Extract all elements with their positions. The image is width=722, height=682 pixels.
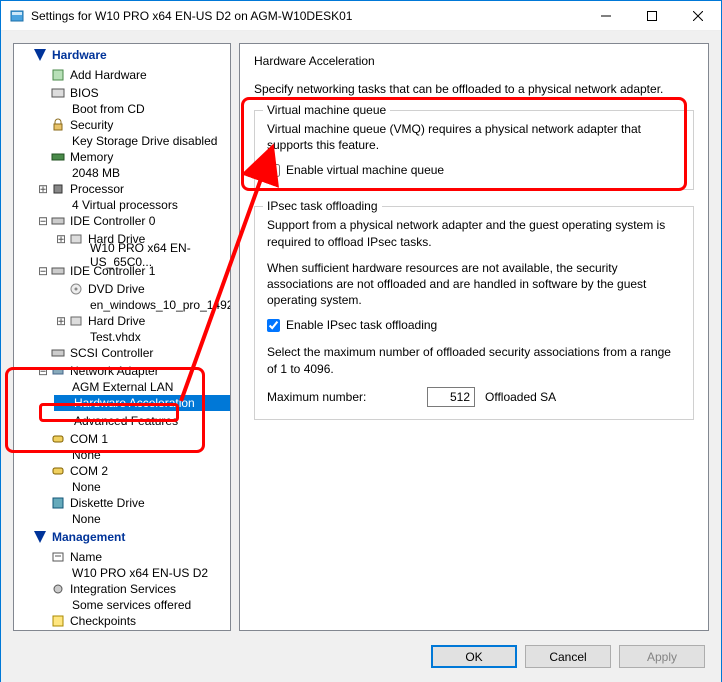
titlebar: Settings for W10 PRO x64 EN-US D2 on AGM… — [1, 1, 721, 31]
com-port-icon — [50, 431, 66, 447]
ipsec-desc2: When sufficient hardware resources are n… — [267, 260, 681, 309]
vmq-desc: Virtual machine queue (VMQ) requires a p… — [267, 121, 681, 153]
tree-name[interactable]: Name — [14, 548, 230, 566]
vmq-checkbox-input[interactable] — [267, 164, 280, 177]
controller-icon — [50, 213, 66, 229]
settings-window: Settings for W10 PRO x64 EN-US D2 on AGM… — [0, 0, 722, 682]
max-number-label: Maximum number: — [267, 390, 417, 404]
tree-checkpoints[interactable]: Checkpoints — [14, 612, 230, 630]
vmq-group: Virtual machine queue Virtual machine qu… — [254, 110, 694, 190]
dialog-buttons: OK Cancel Apply — [1, 635, 721, 682]
section-management[interactable]: Management — [14, 526, 230, 548]
collapse-icon[interactable]: ⊟ — [36, 214, 50, 228]
ok-button[interactable]: OK — [431, 645, 517, 668]
expand-icon[interactable]: ⊞ — [36, 182, 50, 196]
tree-add-hardware[interactable]: Add Hardware — [14, 66, 230, 84]
tree-bios[interactable]: BIOS — [14, 84, 230, 102]
disk-icon — [68, 231, 84, 247]
dvd-icon — [68, 281, 84, 297]
gear-icon — [50, 581, 66, 597]
memory-icon — [50, 149, 66, 165]
detail-pane: Hardware Acceleration Specify networking… — [239, 43, 709, 631]
close-button[interactable] — [675, 1, 721, 31]
minimize-button[interactable] — [583, 1, 629, 31]
vmq-enable-checkbox[interactable]: Enable virtual machine queue — [267, 163, 681, 177]
ipsec-group: IPsec task offloading Support from a phy… — [254, 206, 694, 419]
tree-diskette[interactable]: Diskette Drive — [14, 494, 230, 512]
network-icon — [50, 363, 66, 379]
tree-integration[interactable]: Integration Services — [14, 580, 230, 598]
cpu-icon — [50, 181, 66, 197]
ipsec-desc1: Support from a physical network adapter … — [267, 217, 681, 249]
tree-hardware-acceleration[interactable]: Hardware Acceleration — [14, 394, 230, 412]
offloaded-sa-label: Offloaded SA — [485, 390, 556, 404]
tree-com2[interactable]: COM 2 — [14, 462, 230, 480]
ipsec-checkbox-input[interactable] — [267, 319, 280, 332]
floppy-icon — [50, 495, 66, 511]
lock-icon — [50, 117, 66, 133]
tree-network-adapter[interactable]: ⊟Network Adapter — [14, 362, 230, 380]
tag-icon — [50, 549, 66, 565]
intro-text: Specify networking tasks that can be off… — [254, 82, 694, 96]
max-number-input[interactable] — [427, 387, 475, 407]
tree-ide0[interactable]: ⊟IDE Controller 0 — [14, 212, 230, 230]
window-title: Settings for W10 PRO x64 EN-US D2 on AGM… — [31, 9, 583, 23]
tree-memory[interactable]: Memory — [14, 148, 230, 166]
ipsec-legend: IPsec task offloading — [263, 199, 382, 213]
tree-scsi[interactable]: SCSI Controller — [14, 344, 230, 362]
apply-button[interactable]: Apply — [619, 645, 705, 668]
tree-com1[interactable]: COM 1 — [14, 430, 230, 448]
maximize-button[interactable] — [629, 1, 675, 31]
ipsec-range: Select the maximum number of offloaded s… — [267, 344, 681, 376]
tree-advanced-features[interactable]: Advanced Features — [14, 412, 230, 430]
tree-security[interactable]: Security — [14, 116, 230, 134]
ipsec-enable-checkbox[interactable]: Enable IPsec task offloading — [267, 318, 681, 332]
tree-ide1-dvd[interactable]: DVD Drive — [14, 280, 230, 298]
nav-tree[interactable]: Hardware Add Hardware BIOS Boot from CD … — [13, 43, 231, 631]
vmq-legend: Virtual machine queue — [263, 103, 390, 117]
cancel-button[interactable]: Cancel — [525, 645, 611, 668]
checkpoint-icon — [50, 613, 66, 629]
section-hardware[interactable]: Hardware — [14, 44, 230, 66]
tree-ide1-hd[interactable]: ⊞Hard Drive — [14, 312, 230, 330]
page-title: Hardware Acceleration — [254, 54, 694, 68]
app-icon — [9, 8, 25, 24]
tree-processor[interactable]: ⊞Processor — [14, 180, 230, 198]
